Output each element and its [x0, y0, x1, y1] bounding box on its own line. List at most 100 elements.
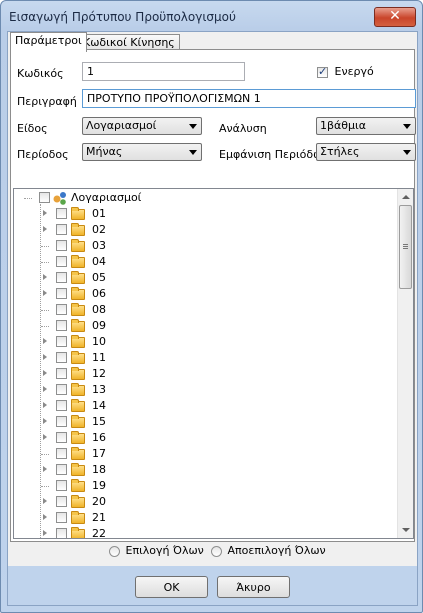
accounts-tree-icon	[53, 192, 66, 205]
tree-item-label: 02	[92, 223, 106, 236]
tree-item-checkbox[interactable]	[56, 384, 67, 395]
period-display-select[interactable]: Στήλες	[316, 143, 416, 161]
expand-arrow-icon[interactable]	[43, 418, 47, 424]
scroll-thumb[interactable]	[399, 205, 412, 289]
folder-icon	[71, 511, 85, 524]
folder-icon	[71, 463, 85, 476]
description-field[interactable]: ΠΡΟΤΥΠΟ ΠΡΟΫΠΟΛΟΓΙΣΜΩΝ 1	[82, 89, 416, 108]
expand-arrow-icon[interactable]	[43, 434, 47, 440]
tree-item-label: 14	[92, 399, 106, 412]
expand-arrow-icon[interactable]	[43, 466, 47, 472]
folder-icon	[71, 319, 85, 332]
active-checkbox[interactable]	[317, 65, 328, 78]
analysis-select-value: 1βάθμια	[320, 119, 366, 132]
close-button[interactable]: ✕	[374, 7, 416, 27]
button-bar: OK Άκυρο	[8, 566, 417, 605]
title-bar[interactable]: Εισαγωγή Πρότυπου Προϋπολογισμού ✕	[1, 1, 422, 31]
tree-root-checkbox[interactable]	[39, 192, 50, 203]
tree-item-label: 08	[92, 303, 106, 316]
tree-item-checkbox[interactable]	[56, 208, 67, 219]
select-all-option[interactable]: Επιλογή Όλων	[109, 544, 204, 557]
tree-item-checkbox[interactable]	[56, 320, 67, 331]
tree-item-checkbox[interactable]	[56, 224, 67, 235]
expand-arrow-icon[interactable]	[43, 274, 47, 280]
tree-scrollbar[interactable]	[397, 189, 413, 538]
expand-arrow-icon[interactable]	[43, 530, 47, 536]
expand-arrow-icon[interactable]	[43, 370, 47, 376]
tree-item-checkbox[interactable]	[56, 352, 67, 363]
tree-item-checkbox[interactable]	[56, 416, 67, 427]
tab-parameters-label: Παράμετροι	[15, 34, 82, 47]
tree-item-checkbox[interactable]	[56, 480, 67, 491]
tree-item-label: 19	[92, 479, 106, 492]
code-label: Κωδικός	[17, 67, 64, 80]
expand-arrow-icon[interactable]	[43, 210, 47, 216]
folder-icon	[71, 255, 85, 268]
tree-item-label: 13	[92, 383, 106, 396]
analysis-select[interactable]: 1βάθμια	[316, 117, 416, 135]
tree-item-label: 20	[92, 495, 106, 508]
tree-item-label: 12	[92, 367, 106, 380]
chevron-down-icon	[403, 150, 411, 155]
scroll-up-icon[interactable]	[402, 195, 410, 199]
tree-item-checkbox[interactable]	[56, 528, 67, 538]
expand-arrow-icon[interactable]	[43, 354, 47, 360]
tree-item-checkbox[interactable]	[56, 448, 67, 459]
parameters-panel: Κωδικός 1 Ενεργό Περιγραφή ΠΡΟΤΥΠΟ ΠΡΟΫΠ…	[10, 49, 416, 542]
deselect-all-radio[interactable]	[211, 545, 222, 557]
deselect-all-option[interactable]: Αποεπιλογή Όλων	[211, 544, 326, 557]
tree-item-label: 21	[92, 511, 106, 524]
expand-arrow-icon[interactable]	[43, 338, 47, 344]
tab-parameters[interactable]: Παράμετροι	[10, 32, 87, 52]
folder-icon	[71, 223, 85, 236]
tree-item-checkbox[interactable]	[56, 368, 67, 379]
tree-item-label: 09	[92, 319, 106, 332]
expand-arrow-icon[interactable]	[43, 498, 47, 504]
tree-item-label: 01	[92, 207, 106, 220]
tree-item-label: 04	[92, 255, 106, 268]
scroll-down-icon[interactable]	[402, 528, 410, 532]
dialog-body: Παράμετροι Κωδικοί Κίνησης Κωδικός 1 Ενε…	[7, 31, 418, 606]
tree-item-checkbox[interactable]	[56, 256, 67, 267]
select-all-radio[interactable]	[109, 545, 120, 557]
tree-item-checkbox[interactable]	[56, 400, 67, 411]
cancel-button[interactable]: Άκυρο	[217, 576, 290, 598]
tree-item-checkbox[interactable]	[56, 496, 67, 507]
folder-icon	[71, 383, 85, 396]
select-all-label: Επιλογή Όλων	[125, 544, 204, 557]
tree-item-checkbox[interactable]	[56, 336, 67, 347]
expand-arrow-icon[interactable]	[43, 402, 47, 408]
period-display-select-value: Στήλες	[320, 145, 360, 158]
type-select[interactable]: Λογαριασμοί	[82, 117, 202, 135]
window-title: Εισαγωγή Πρότυπου Προϋπολογισμού	[9, 10, 236, 24]
tree-item-checkbox[interactable]	[56, 240, 67, 251]
description-label: Περιγραφή	[17, 95, 77, 108]
expand-arrow-icon[interactable]	[43, 514, 47, 520]
period-select[interactable]: Μήνας	[82, 143, 202, 161]
folder-icon	[71, 207, 85, 220]
tree-item-label: 06	[92, 287, 106, 300]
tree-item-checkbox[interactable]	[56, 304, 67, 315]
tree-item-label: 10	[92, 335, 106, 348]
folder-icon	[71, 367, 85, 380]
deselect-all-label: Αποεπιλογή Όλων	[227, 544, 326, 557]
code-field[interactable]: 1	[82, 62, 245, 81]
tree-item-checkbox[interactable]	[56, 288, 67, 299]
folder-icon	[71, 303, 85, 316]
close-icon: ✕	[389, 8, 401, 24]
analysis-label: Ανάλυση	[219, 122, 267, 135]
active-checkbox-wrap[interactable]: Ενεργό	[317, 65, 374, 78]
accounts-tree[interactable]: Λογαριασμοί 01 02 03 04 05 06 08 09 10 11 12 13 14 15 1…	[13, 188, 414, 539]
expand-arrow-icon[interactable]	[43, 290, 47, 296]
tree-item-label: 03	[92, 239, 106, 252]
folder-icon	[71, 415, 85, 428]
tree-item-label: 17	[92, 447, 106, 460]
tree-item-checkbox[interactable]	[56, 272, 67, 283]
folder-icon	[71, 527, 85, 538]
expand-arrow-icon[interactable]	[43, 226, 47, 232]
tree-item-checkbox[interactable]	[56, 432, 67, 443]
expand-arrow-icon[interactable]	[43, 386, 47, 392]
ok-button[interactable]: OK	[135, 576, 208, 598]
tree-item-checkbox[interactable]	[56, 512, 67, 523]
tree-item-checkbox[interactable]	[56, 464, 67, 475]
